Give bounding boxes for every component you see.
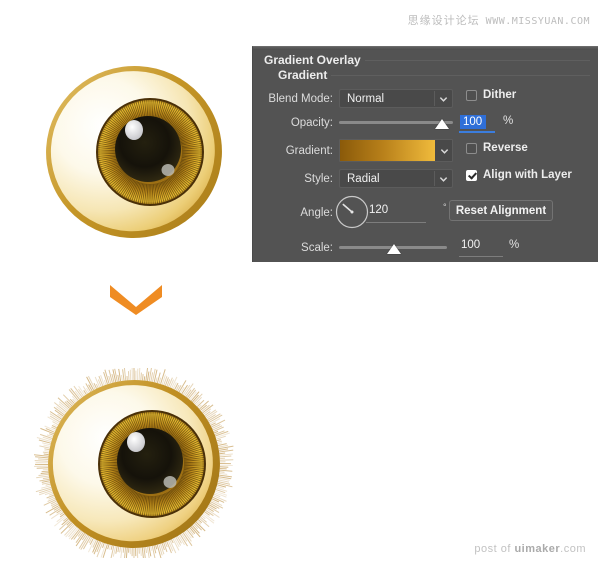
blend-mode-select[interactable]: Normal [339,89,453,108]
golden-eyeball-with-lashes-image [34,368,234,558]
blend-mode-value: Normal [347,93,384,105]
chevron-down-icon [110,283,162,315]
scale-input[interactable]: 100 [461,239,480,251]
opacity-slider-thumb[interactable] [435,119,449,129]
panel-title: Gradient Overlay [264,53,361,67]
style-label: Style: [253,173,333,185]
angle-label: Angle: [253,207,333,219]
reset-alignment-button[interactable]: Reset Alignment [449,200,553,221]
reverse-checkbox-row[interactable]: Reverse [466,142,528,154]
watermark-top-url: WWW.MISSYUAN.COM [486,16,590,27]
blend-mode-label: Blend Mode: [253,93,333,105]
gradient-swatch-control[interactable] [339,139,453,162]
opacity-unit: % [503,115,513,127]
subtitle-divider [331,75,590,76]
opacity-input-underline [459,131,495,133]
chevron-down-icon[interactable] [440,146,449,155]
reverse-checkbox[interactable] [466,143,477,154]
scale-unit: % [509,239,519,251]
chevron-down-icon [439,94,448,103]
gradient-swatch-preview[interactable] [340,140,435,161]
gradient-overlay-panel: Gradient Overlay Gradient Blend Mode: No… [252,46,598,262]
panel-subtitle: Gradient [278,68,327,82]
angle-input-underline [366,222,426,223]
watermark-bottom: post of uimaker.com [474,543,586,555]
angle-dial[interactable] [335,195,369,229]
dither-checkbox[interactable] [466,90,477,101]
dither-checkbox-row[interactable]: Dither [466,89,516,101]
watermark-bottom-prefix: post of [474,543,514,555]
watermark-top-chinese: 思缘设计论坛 [408,14,480,27]
watermark-bottom-brand: uimaker [514,543,560,555]
style-value: Radial [347,173,380,185]
dither-label: Dither [483,89,516,101]
chevron-down-icon [439,174,448,183]
gradient-label: Gradient: [253,145,333,157]
reverse-label: Reverse [483,142,528,154]
golden-eyeball-smooth-image [38,52,230,252]
angle-input[interactable]: 120 [369,204,388,216]
opacity-label: Opacity: [253,117,333,129]
opacity-input[interactable]: 100 [460,115,486,129]
eyeball-lashes-svg [34,368,234,558]
align-with-layer-checkbox-row[interactable]: Align with Layer [466,169,572,181]
watermark-bottom-suffix: .com [560,543,586,555]
align-with-layer-checkbox[interactable] [466,170,477,181]
chevron-down-svg [110,283,162,315]
blend-mode-separator [434,91,435,106]
align-with-layer-label: Align with Layer [483,169,572,181]
eyeball-smooth-svg [38,52,230,252]
scale-slider-thumb[interactable] [387,244,401,254]
scale-input-underline [459,256,503,257]
angle-unit: ° [443,202,447,212]
scale-label: Scale: [253,242,333,254]
watermark-top: 思缘设计论坛 WWW.MISSYUAN.COM [408,12,590,28]
title-divider [365,60,590,61]
style-select[interactable]: Radial [339,169,453,188]
style-separator [434,171,435,186]
